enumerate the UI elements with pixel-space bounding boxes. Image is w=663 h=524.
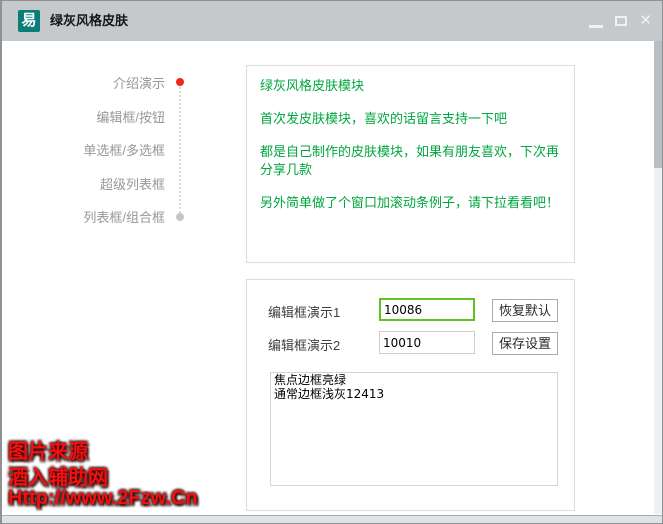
active-nav-dot-icon bbox=[176, 78, 184, 86]
editbox1-label: 编辑框演示1 bbox=[268, 305, 341, 320]
intro-paragraph: 绿灰风格皮肤模块 bbox=[260, 78, 365, 93]
sidebar-item-intro-demo[interactable]: 介绍演示 bbox=[22, 67, 165, 101]
watermark-line-sitename: 酒入辅助网 bbox=[8, 467, 108, 489]
intro-paragraph: 都是自己制作的皮肤模块，如果有朋友喜欢，下次再分享几款 bbox=[260, 144, 560, 177]
vertical-scrollbar-thumb[interactable] bbox=[654, 41, 662, 168]
watermark-line-source: 图片来源 bbox=[8, 441, 88, 463]
window-bottom-frame bbox=[2, 515, 662, 523]
watermark-line-url: Http://www.2Fzw.Cn bbox=[8, 487, 198, 509]
editbox1-input[interactable] bbox=[379, 298, 475, 321]
minimize-icon[interactable] bbox=[589, 24, 604, 28]
sidebar-item-editbox-button[interactable]: 编辑框/按钮 bbox=[22, 101, 165, 135]
maximize-icon[interactable] bbox=[615, 16, 628, 26]
notes-textarea[interactable]: 焦点边框亮绿 通常边框浅灰12413 bbox=[270, 372, 558, 486]
sidebar-item-listbox-combobox[interactable]: 列表框/组合框 bbox=[22, 201, 165, 235]
titlebar[interactable]: 易 绿灰风格皮肤 ✕ bbox=[2, 1, 662, 41]
sidebar-item-super-listbox[interactable]: 超级列表框 bbox=[22, 168, 165, 202]
window-controls: ✕ bbox=[589, 1, 652, 41]
app-window: 易 绿灰风格皮肤 ✕ 介绍演示 编辑框/按钮 单选框/多选框 超级列表框 列表框… bbox=[0, 0, 663, 524]
intro-paragraph: 另外简单做了个窗口加滚动条例子，请下拉看看吧！ bbox=[260, 195, 560, 210]
intro-paragraph: 首次发皮肤模块，喜欢的话留言支持一下吧 bbox=[260, 111, 508, 126]
editbox2-input[interactable] bbox=[379, 331, 475, 354]
end-nav-dot-icon bbox=[176, 213, 184, 221]
editbox2-label: 编辑框演示2 bbox=[268, 338, 341, 353]
nav-timeline-line bbox=[179, 83, 181, 217]
window-title: 绿灰风格皮肤 bbox=[50, 13, 129, 28]
sidebar-nav: 介绍演示 编辑框/按钮 单选框/多选框 超级列表框 列表框/组合框 bbox=[22, 67, 165, 235]
intro-panel: 绿灰风格皮肤模块 首次发皮肤模块，喜欢的话留言支持一下吧 都是自己制作的皮肤模块… bbox=[246, 65, 575, 263]
save-settings-button[interactable]: 保存设置 bbox=[492, 332, 558, 355]
close-icon[interactable]: ✕ bbox=[639, 1, 652, 41]
sidebar-item-radio-checkbox[interactable]: 单选框/多选框 bbox=[22, 134, 165, 168]
app-logo-icon: 易 bbox=[18, 10, 40, 32]
restore-default-button[interactable]: 恢复默认 bbox=[492, 299, 558, 322]
form-panel: 编辑框演示1 恢复默认 编辑框演示2 保存设置 焦点边框亮绿 通常边框浅灰124… bbox=[246, 279, 575, 511]
